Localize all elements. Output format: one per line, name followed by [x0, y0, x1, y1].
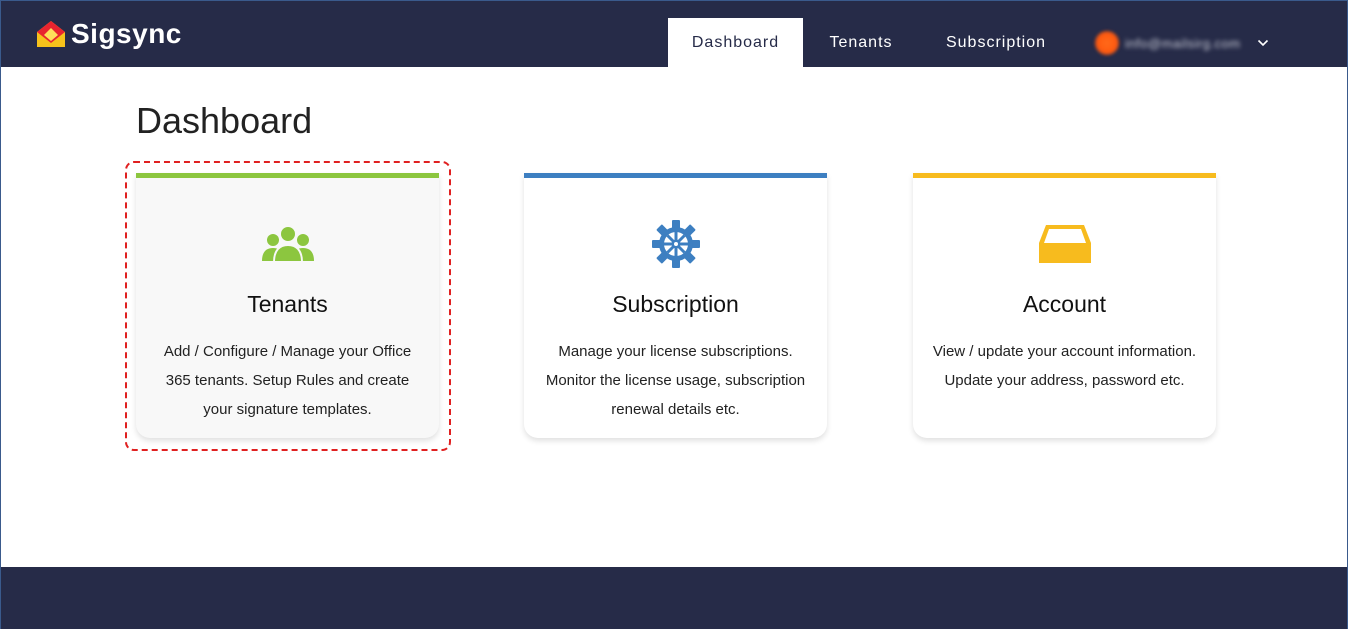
page-title: Dashboard	[136, 100, 313, 141]
card-description: Add / Configure / Manage your Office 365…	[163, 343, 412, 418]
brand-name: Sigsync	[71, 18, 182, 49]
account-card[interactable]: Account View / update your account infor…	[913, 173, 1216, 438]
card-accent-bar	[136, 173, 439, 178]
chevron-down-icon	[1257, 39, 1268, 47]
sigsync-logo-icon	[37, 21, 65, 47]
gear-icon	[651, 220, 700, 268]
card-description: View / update your account information. …	[932, 343, 1197, 389]
nav-tenants[interactable]: Tenants	[803, 18, 919, 67]
top-navbar: Sigsync Dashboard Tenants Subscription i…	[1, 1, 1347, 67]
avatar	[1095, 31, 1119, 55]
card-title: Subscription	[612, 291, 739, 317]
card-description: Manage your license subscriptions. Monit…	[545, 343, 806, 418]
card-title: Tenants	[247, 291, 328, 317]
main-nav: Dashboard Tenants Subscription	[668, 18, 1073, 67]
tenants-card[interactable]: Tenants Add / Configure / Manage your Of…	[136, 173, 439, 438]
footer	[1, 567, 1347, 629]
subscription-card[interactable]: Subscription Manage your license subscri…	[524, 173, 827, 438]
nav-dashboard[interactable]: Dashboard	[668, 18, 803, 67]
inbox-icon	[1038, 225, 1091, 263]
card-accent-bar	[913, 173, 1216, 178]
card-title: Account	[1022, 291, 1107, 317]
nav-subscription[interactable]: Subscription	[919, 18, 1073, 67]
card-accent-bar	[524, 173, 827, 178]
user-email: info@mailsirg.com	[1125, 35, 1241, 51]
users-icon	[261, 225, 314, 263]
user-menu[interactable]: info@mailsirg.com	[1095, 31, 1269, 55]
brand-logo[interactable]: Sigsync	[35, 17, 182, 51]
